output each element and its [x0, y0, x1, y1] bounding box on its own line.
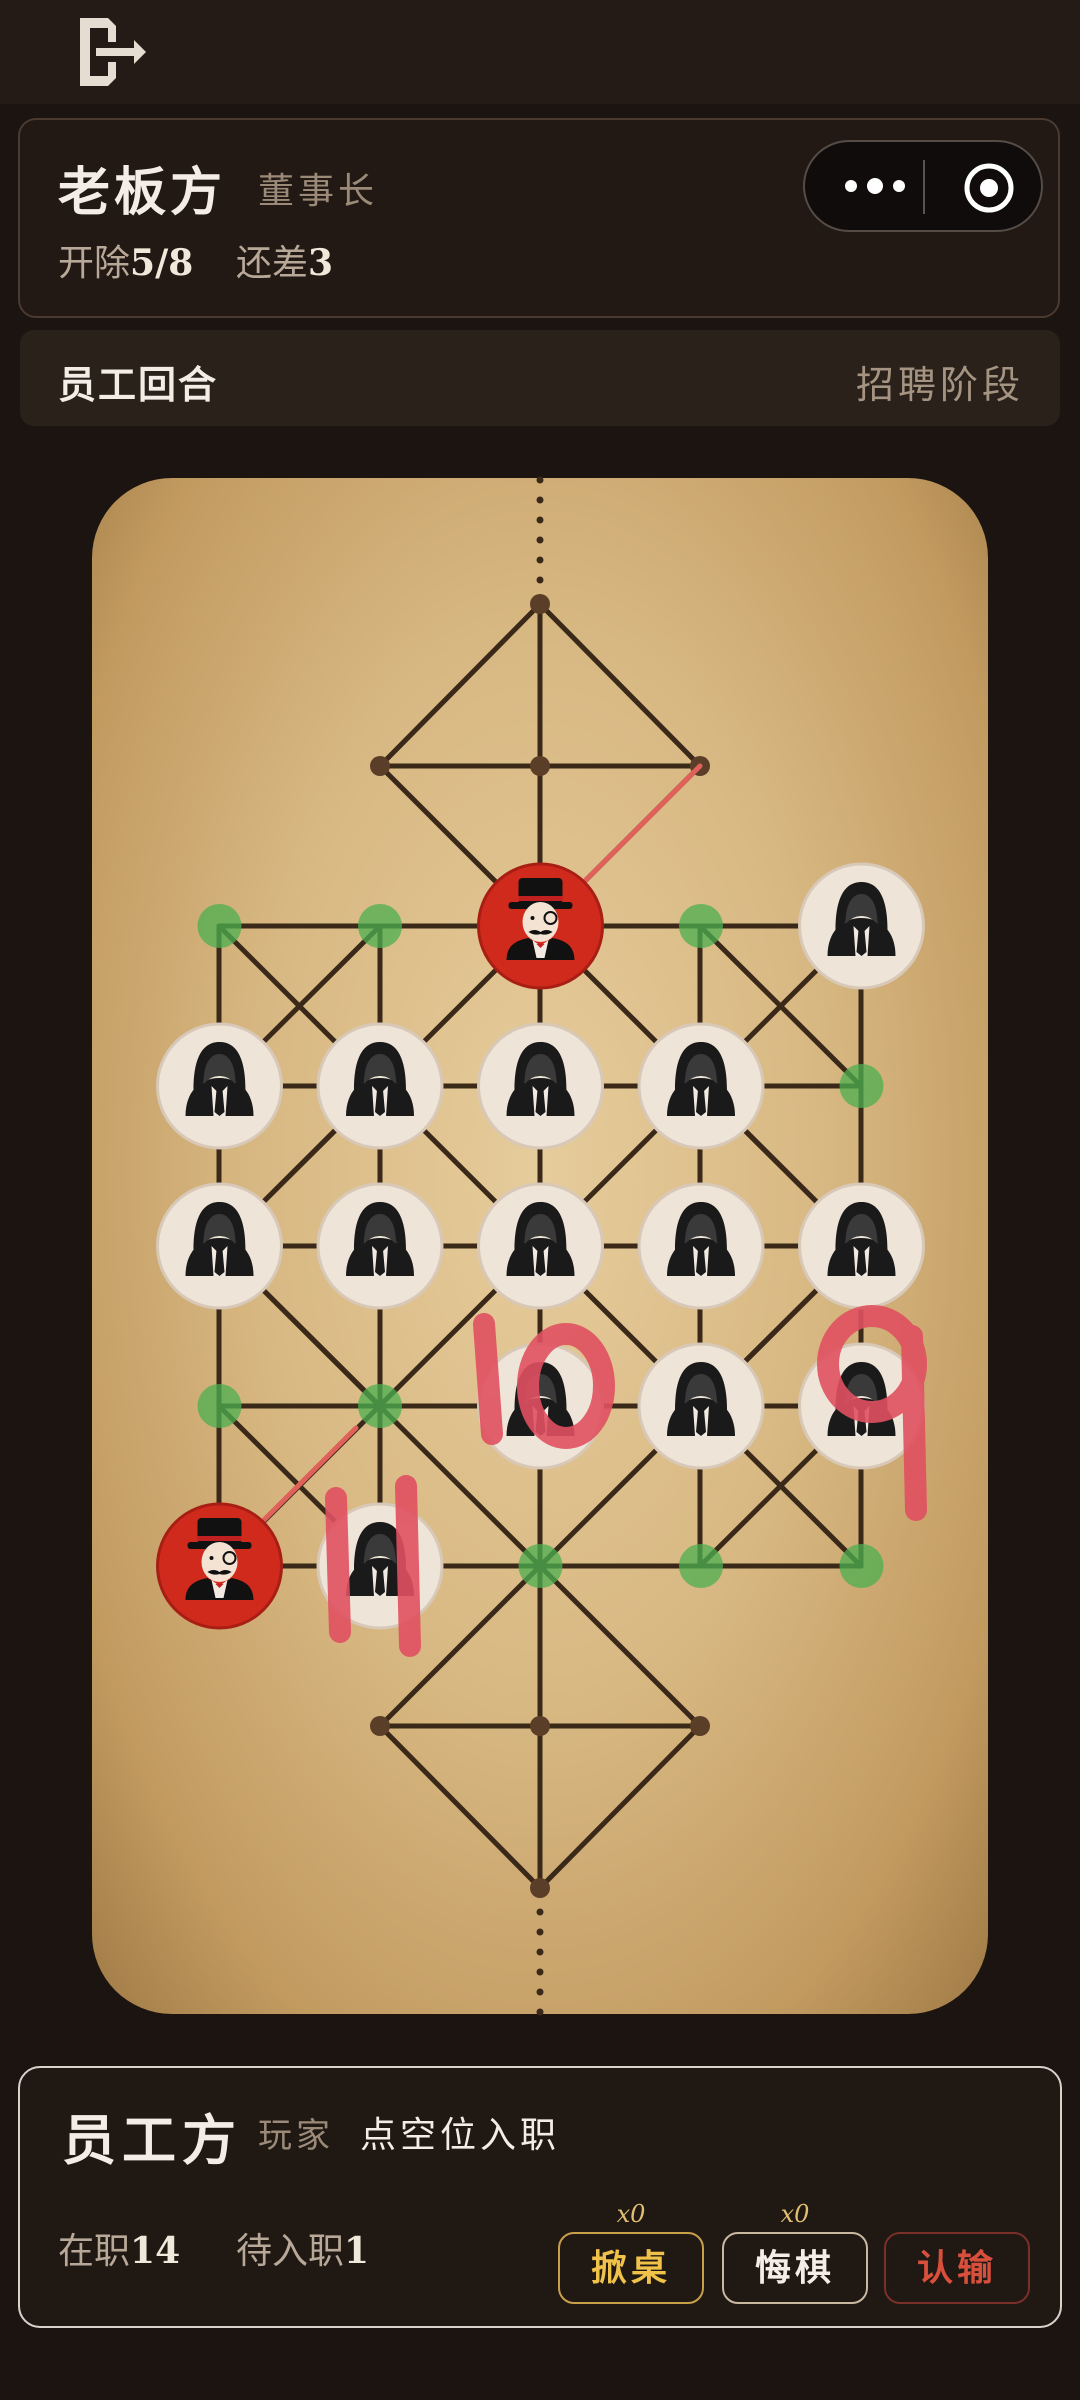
undo-button[interactable]: 悔棋 — [722, 2232, 868, 2304]
employee-piece[interactable] — [156, 1182, 283, 1310]
flip-table-button[interactable]: 掀桌 — [558, 2232, 704, 2304]
employee-side-title: 员工方 — [62, 2108, 242, 2172]
employee-piece[interactable] — [637, 1182, 765, 1310]
employee-piece[interactable] — [316, 1182, 444, 1310]
valid-move-marker[interactable] — [197, 904, 242, 948]
onduty-stat: 在职14 — [58, 2222, 180, 2274]
flip-count: x0 — [616, 2200, 646, 2228]
valid-move-marker[interactable] — [839, 1544, 884, 1588]
undo-count: x0 — [780, 2200, 810, 2228]
employee-piece[interactable] — [156, 1022, 283, 1150]
employee-piece[interactable] — [477, 1182, 604, 1310]
valid-move-marker[interactable] — [358, 1384, 402, 1428]
onduty-value: 14 — [130, 2230, 181, 2272]
valid-move-marker[interactable] — [679, 1544, 723, 1588]
employee-role-label: 玩家 — [258, 2116, 334, 2156]
pending-value: 1 — [344, 2230, 370, 2272]
valid-move-marker[interactable] — [679, 904, 723, 948]
employee-piece[interactable] — [637, 1342, 765, 1470]
valid-move-marker[interactable] — [518, 1544, 563, 1588]
resign-button[interactable]: 认输 — [884, 2232, 1030, 2304]
boss-piece[interactable] — [156, 1502, 283, 1630]
employee-piece[interactable] — [798, 1182, 925, 1310]
valid-move-marker[interactable] — [197, 1384, 242, 1428]
employee-piece[interactable] — [798, 862, 925, 990]
employee-piece[interactable] — [637, 1022, 765, 1150]
pending-stat: 待入职1 — [236, 2222, 369, 2274]
boss-piece[interactable] — [477, 862, 604, 990]
valid-move-marker[interactable] — [839, 1064, 884, 1108]
onduty-label: 在职 — [58, 2231, 131, 2272]
pending-label: 待入职 — [236, 2231, 345, 2272]
employee-piece[interactable] — [316, 1022, 444, 1150]
valid-move-marker[interactable] — [358, 904, 402, 948]
employee-piece[interactable] — [477, 1022, 604, 1150]
employee-panel: 员工方 玩家 点空位入职 在职14 待入职1 x0 x0 掀桌 悔棋 认输 — [18, 2066, 1062, 2328]
action-hint: 点空位入职 — [360, 2115, 561, 2156]
board-overlay — [156, 476, 927, 2016]
